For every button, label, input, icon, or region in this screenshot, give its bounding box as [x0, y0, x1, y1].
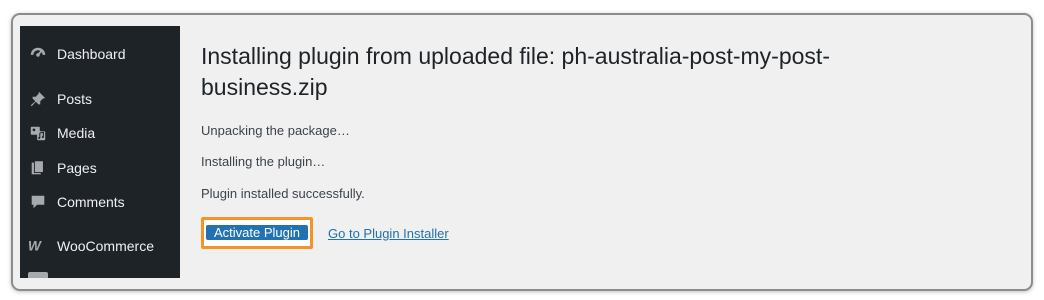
sidebar-item-label: Dashboard — [57, 46, 126, 62]
main-content: Installing plugin from uploaded file: ph… — [201, 41, 981, 249]
sidebar-item-label: Posts — [57, 91, 93, 107]
status-message-success: Plugin installed successfully. — [201, 186, 365, 201]
pin-icon — [28, 89, 48, 109]
sidebar-item-label: Media — [57, 125, 96, 141]
pages-icon — [28, 158, 48, 178]
svg-text:W: W — [28, 239, 42, 254]
sidebar-item-comments[interactable]: Comments — [20, 188, 180, 216]
dashboard-icon — [28, 44, 48, 64]
action-row: Activate Plugin Go to Plugin Installer — [201, 217, 449, 249]
sidebar-item-pages[interactable]: Pages — [20, 154, 180, 182]
status-message-installing: Installing the plugin… — [201, 154, 326, 169]
go-to-plugin-installer-link[interactable]: Go to Plugin Installer — [328, 226, 449, 241]
sidebar-item-posts[interactable]: Posts — [20, 85, 180, 113]
sidebar-next-item-icon — [28, 272, 48, 278]
comment-icon — [28, 192, 48, 212]
admin-sidebar: Dashboard Posts Media Pages Comments W W… — [20, 26, 180, 278]
page-title: Installing plugin from uploaded file: ph… — [201, 43, 830, 100]
sidebar-item-woocommerce[interactable]: W WooCommerce — [20, 232, 180, 260]
sidebar-item-label: WooCommerce — [57, 238, 154, 254]
sidebar-item-dashboard[interactable]: Dashboard — [20, 40, 180, 68]
status-message-unpacking: Unpacking the package… — [201, 123, 350, 138]
media-icon — [28, 123, 48, 143]
activate-plugin-button[interactable]: Activate Plugin — [206, 225, 308, 240]
sidebar-item-label: Pages — [57, 160, 97, 176]
activate-plugin-highlight: Activate Plugin — [201, 217, 313, 249]
sidebar-item-label: Comments — [57, 194, 125, 210]
sidebar-item-media[interactable]: Media — [20, 119, 180, 147]
woocommerce-icon: W — [28, 236, 48, 256]
screenshot-frame: Dashboard Posts Media Pages Comments W W… — [11, 13, 1033, 291]
